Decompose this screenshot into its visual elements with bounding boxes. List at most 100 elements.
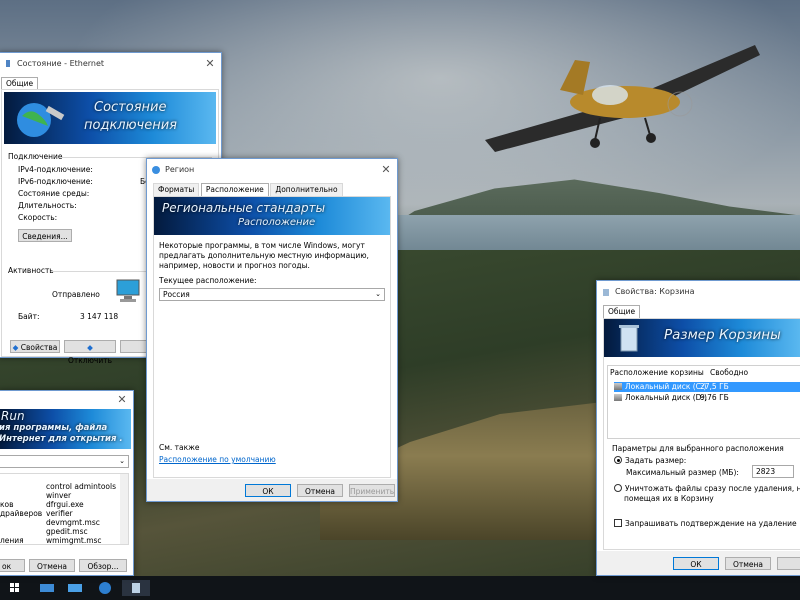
radio-selected-icon bbox=[614, 456, 622, 464]
region-banner: Региональные стандарты Расположение bbox=[154, 197, 390, 235]
list-item[interactable]: ления bbox=[0, 536, 24, 546]
drive-name: Локальный диск (C:) bbox=[625, 382, 707, 391]
bytes-sent-value: 3 147 118 bbox=[80, 312, 119, 321]
activity-section-label: Активность bbox=[8, 266, 54, 275]
radio-unselected-icon bbox=[614, 484, 622, 492]
run-browse-button[interactable]: Обзор... bbox=[79, 559, 127, 572]
ipv4-label: IPv4-подключение: bbox=[18, 165, 93, 174]
taskbar-recycle-window[interactable] bbox=[122, 580, 150, 596]
recycle-title: Свойства: Корзина bbox=[615, 287, 695, 296]
no-move-label-line2: помещая их в Корзину bbox=[624, 494, 714, 503]
region-banner-subtitle: Расположение bbox=[238, 217, 316, 228]
region-footer: ОК Отмена Применить bbox=[147, 479, 397, 501]
start-button[interactable] bbox=[4, 580, 26, 596]
table-row[interactable]: Локальный диск (C:) 27,5 ГБ bbox=[614, 382, 800, 392]
list-item[interactable]: драйверов bbox=[0, 509, 42, 519]
ethernet-close-button[interactable]: ✕ bbox=[199, 53, 221, 75]
network-icon bbox=[40, 584, 54, 592]
table-row[interactable]: Локальный диск (D:) 9,76 ГБ bbox=[614, 393, 800, 403]
run-banner-line2: ия программы, файла bbox=[0, 423, 108, 433]
run-ok-button[interactable]: ок bbox=[0, 559, 25, 572]
no-move-radio[interactable]: Уничтожать файлы сразу после удаления, н… bbox=[614, 484, 800, 493]
column-header-free[interactable]: Свободно bbox=[710, 368, 748, 378]
max-size-input[interactable]: 2823 bbox=[752, 465, 794, 478]
custom-size-radio[interactable]: Задать размер: bbox=[614, 456, 686, 465]
region-location-panel: Региональные стандарты Расположение Неко… bbox=[153, 196, 391, 478]
taskbar-region-window[interactable] bbox=[64, 580, 86, 596]
shield-icon: ◆ bbox=[12, 343, 19, 352]
recycle-apply-button[interactable] bbox=[777, 557, 800, 570]
see-also-label: См. также bbox=[159, 443, 200, 452]
taskbar-network-window[interactable] bbox=[36, 580, 58, 596]
taskbar bbox=[0, 576, 800, 600]
region-apply-button[interactable]: Применить bbox=[349, 484, 395, 497]
run-window: ✕ Run ия программы, файла Интернет для о… bbox=[0, 390, 134, 576]
recycle-footer: ОК Отмена bbox=[597, 551, 800, 575]
recycle-banner: Размер Корзины bbox=[604, 319, 800, 357]
run-banner-title: Run bbox=[1, 409, 25, 423]
ethernet-banner: Состояние подключения bbox=[4, 92, 216, 144]
recycle-ok-button[interactable]: ОК bbox=[673, 557, 719, 570]
region-close-button[interactable]: ✕ bbox=[375, 159, 397, 181]
recycle-banner-title: Размер Корзины bbox=[664, 327, 781, 343]
properties-button[interactable]: ◆ Свойства bbox=[10, 340, 60, 353]
region-icon bbox=[68, 584, 82, 592]
run-list-scrollbar[interactable] bbox=[120, 474, 128, 544]
run-command-input[interactable]: ⌄ bbox=[0, 455, 129, 468]
close-icon: ✕ bbox=[205, 57, 215, 70]
sent-label: Отправлено bbox=[52, 290, 100, 299]
list-item[interactable]: wmimgmt.msc bbox=[46, 536, 102, 546]
duration-label: Длительность: bbox=[18, 201, 77, 210]
recycle-tab-general[interactable]: Общие bbox=[603, 305, 641, 318]
network-adapter-icon bbox=[6, 60, 10, 67]
region-title: Регион bbox=[165, 165, 195, 174]
close-icon: ✕ bbox=[381, 163, 391, 176]
region-tab-formats[interactable]: Форматы bbox=[153, 183, 200, 196]
globe-icon bbox=[99, 582, 111, 594]
computer-activity-icon bbox=[116, 279, 140, 302]
column-header-location[interactable]: Расположение корзины bbox=[610, 368, 704, 378]
recycle-titlebar: Свойства: Корзина bbox=[597, 281, 800, 303]
ethernet-banner-line1: Состояние bbox=[94, 100, 167, 115]
no-move-label-line1: Уничтожать файлы сразу после удаления, н… bbox=[625, 484, 800, 493]
taskbar-run-window[interactable] bbox=[94, 580, 116, 596]
run-history-list[interactable]: control admintools winver ков dfrgui.exe… bbox=[0, 473, 129, 545]
region-titlebar: Регион ✕ bbox=[147, 159, 397, 181]
disable-button[interactable]: ◆ Отключить bbox=[64, 340, 116, 365]
current-location-label: Текущее расположение: bbox=[159, 276, 257, 285]
run-cancel-button[interactable]: Отмена bbox=[29, 559, 75, 572]
run-banner: Run ия программы, файла Интернет для отк… bbox=[0, 409, 131, 449]
ethernet-banner-line2: подключения bbox=[84, 118, 177, 133]
media-state-label: Состояние среды: bbox=[18, 189, 90, 198]
region-tab-advanced[interactable]: Дополнительно bbox=[270, 183, 343, 196]
custom-size-label: Задать размер: bbox=[625, 456, 687, 465]
checkbox-icon bbox=[614, 519, 622, 527]
disable-button-label: Отключить bbox=[67, 356, 112, 365]
bytes-label: Байт: bbox=[18, 312, 40, 321]
location-dropdown[interactable]: Россия ⌄ bbox=[159, 288, 385, 301]
shield-icon: ◆ bbox=[87, 343, 93, 352]
run-close-button[interactable]: ✕ bbox=[111, 391, 133, 409]
recycle-bin-icon bbox=[619, 325, 639, 352]
recycle-cancel-button[interactable]: Отмена bbox=[725, 557, 771, 570]
confirm-delete-checkbox[interactable]: Запрашивать подтверждение на удаление bbox=[614, 519, 797, 528]
confirm-delete-label: Запрашивать подтверждение на удаление bbox=[625, 519, 797, 528]
ethernet-title: Состояние - Ethernet bbox=[17, 59, 105, 68]
details-button[interactable]: Сведения... bbox=[18, 229, 72, 242]
region-window: Регион ✕ Форматы Расположение Дополнител… bbox=[146, 158, 398, 502]
wallpaper-sea bbox=[380, 215, 800, 255]
region-banner-title: Региональные стандарты bbox=[162, 201, 326, 215]
region-globe-icon bbox=[152, 166, 160, 174]
region-ok-button[interactable]: ОК bbox=[245, 484, 291, 497]
region-description: Некоторые программы, в том числе Windows… bbox=[159, 241, 369, 270]
drive-icon bbox=[614, 394, 622, 401]
region-cancel-button[interactable]: Отмена bbox=[297, 484, 343, 497]
chevron-down-icon: ⌄ bbox=[375, 290, 381, 298]
connection-section-label: Подключение bbox=[8, 152, 63, 161]
recycle-locations-list[interactable]: Расположение корзины Свободно Локальный … bbox=[607, 365, 800, 439]
chevron-down-icon: ⌄ bbox=[119, 457, 125, 465]
drive-free: 9,76 ГБ bbox=[700, 393, 729, 402]
default-location-link[interactable]: Расположение по умолчанию bbox=[159, 455, 276, 464]
region-tab-location[interactable]: Расположение bbox=[200, 183, 269, 196]
recycle-bin-icon bbox=[132, 583, 140, 593]
